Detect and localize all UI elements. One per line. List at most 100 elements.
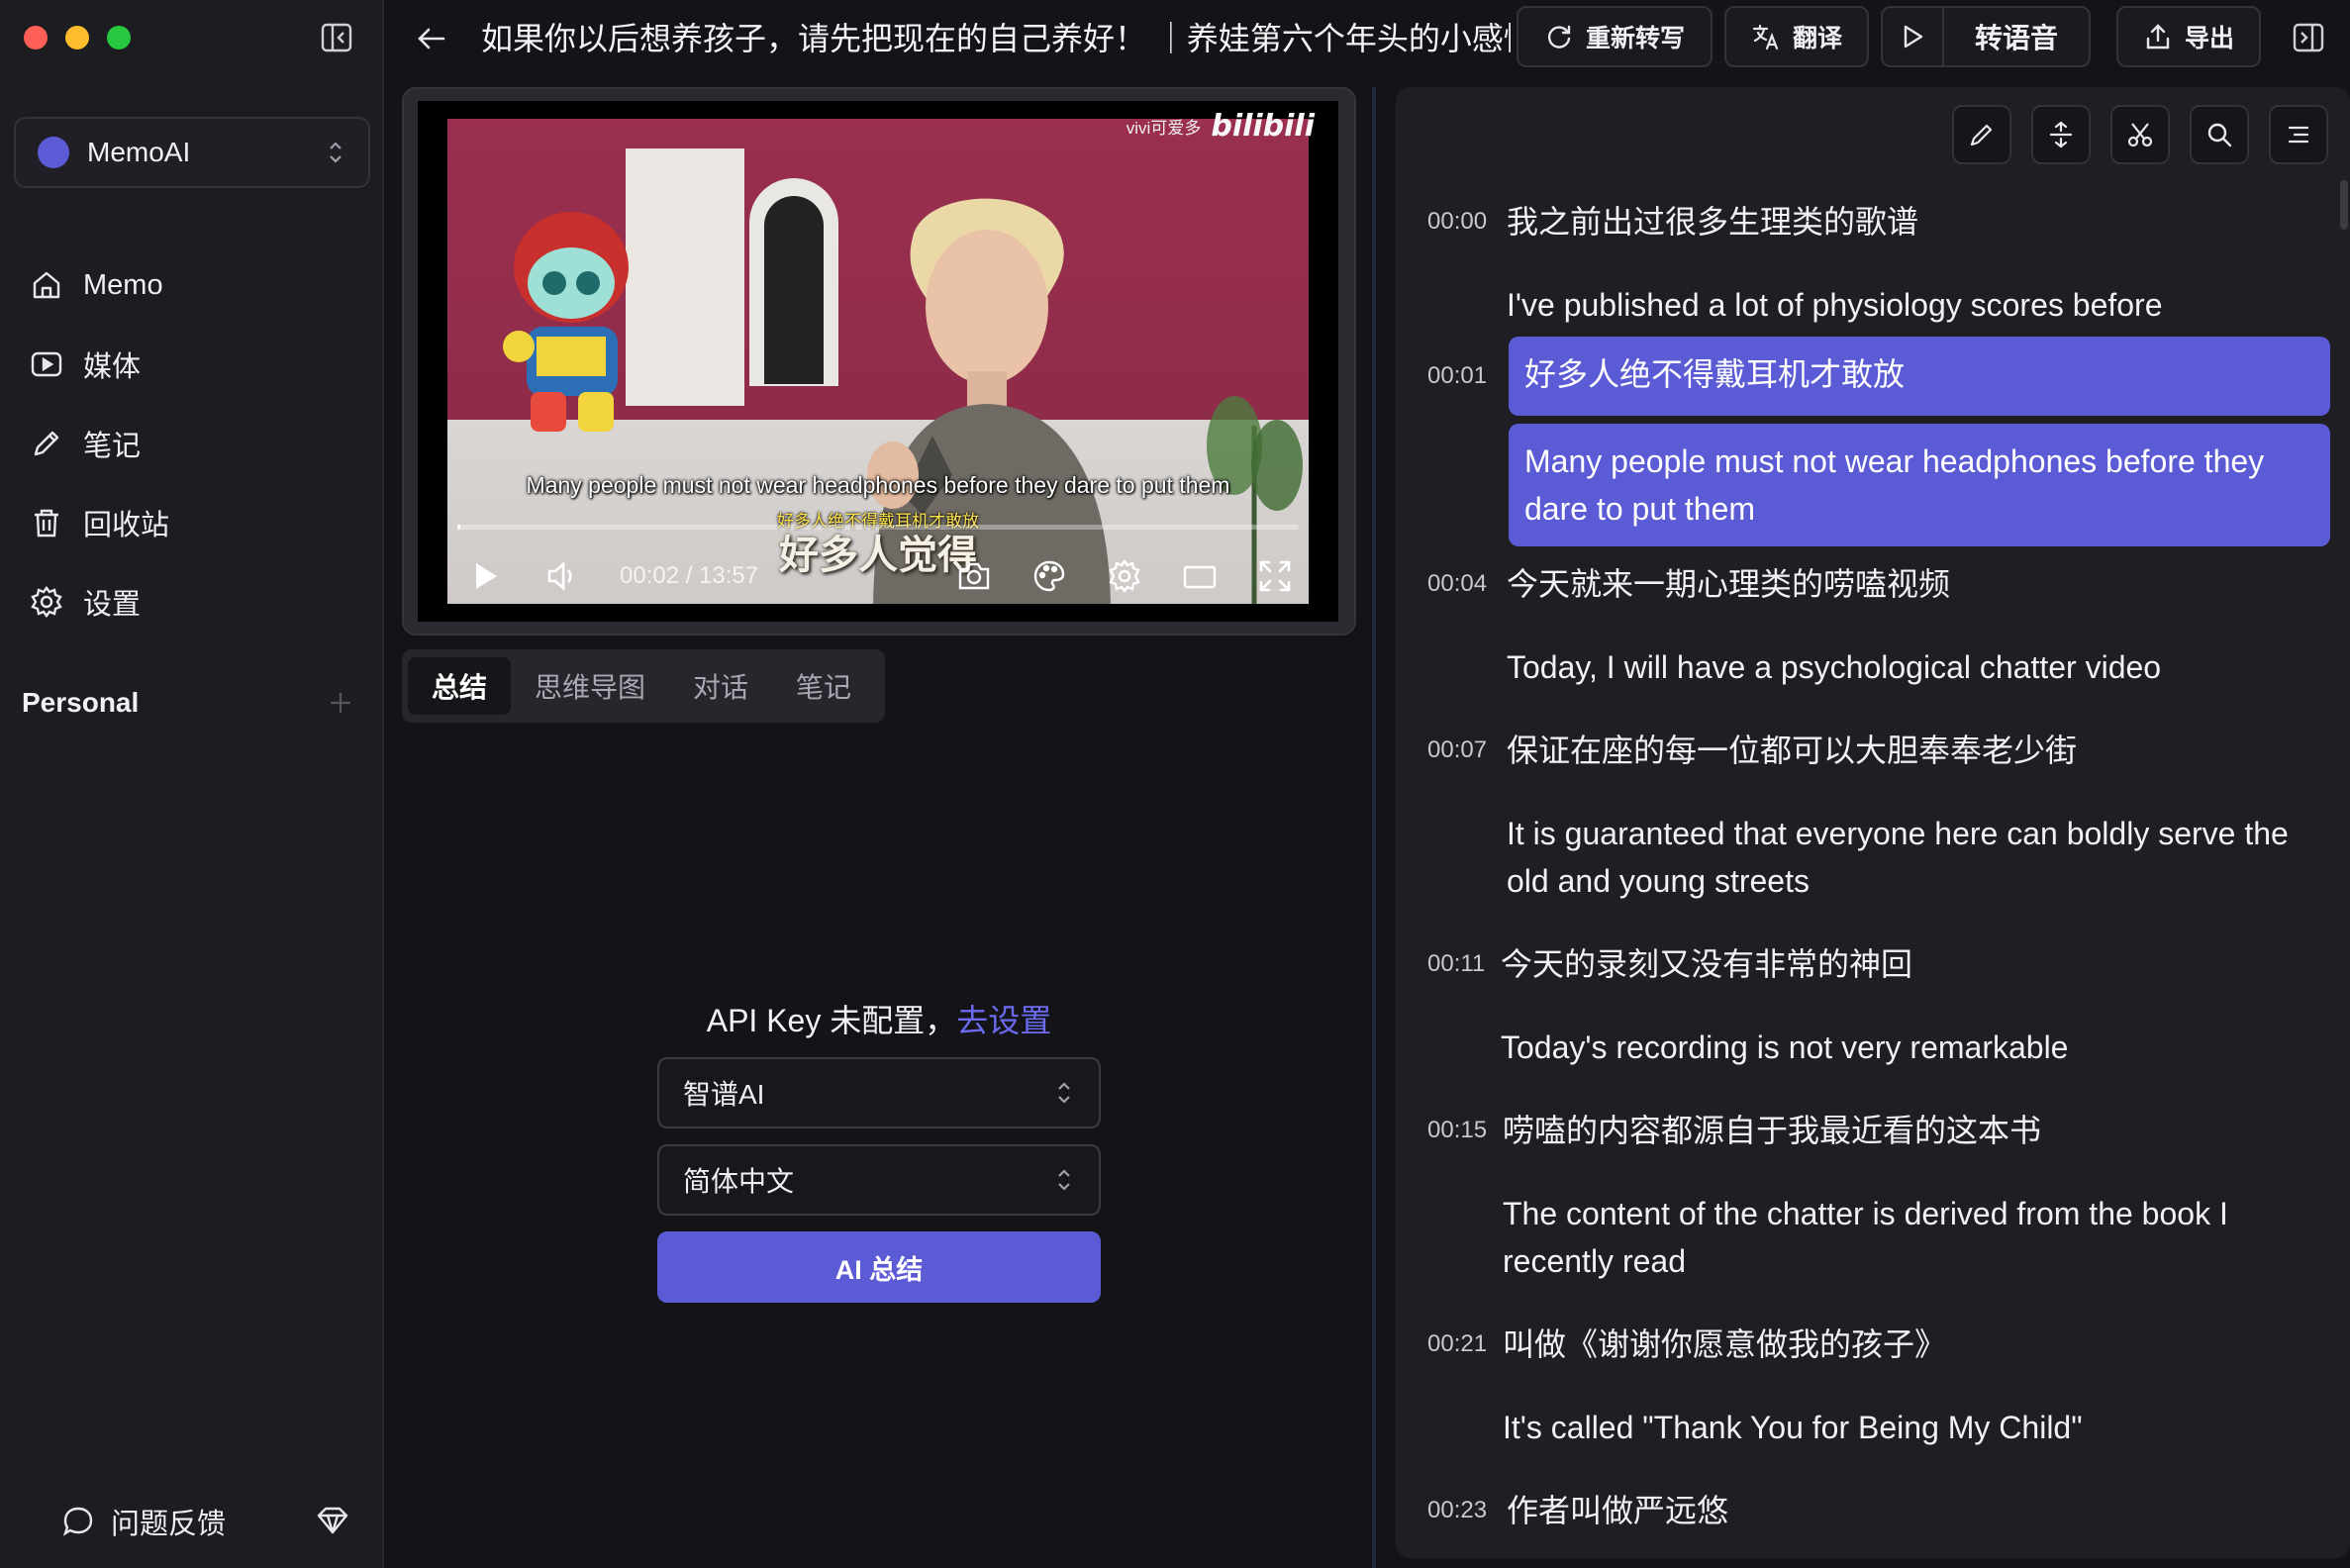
video-progress-fill [457,525,461,530]
language-select[interactable]: 简体中文 [657,1144,1101,1216]
workspace-avatar [38,137,69,168]
tts-button[interactable]: 转语音 [1944,17,2089,56]
chevron-updown-icon [1058,1169,1070,1191]
segment-translation[interactable]: Today, I will have a psychological chatt… [1507,643,2330,691]
transcript-scrollbar[interactable] [2340,180,2348,230]
segment-original[interactable]: 今天的录刻又没有非常的神回 [1501,940,2330,988]
ai-summary-button[interactable]: AI 总结 [657,1231,1101,1303]
segment-timestamp[interactable]: 00:11 [1427,950,1485,978]
segment-translation[interactable]: It's called "Thank You for Being My Chil… [1503,1404,2330,1451]
tts-play-button[interactable] [1883,8,1944,65]
transcript-segment[interactable]: 00:15 唠嗑的内容都源自于我最近看的这本书 The content of t… [1396,1107,2330,1279]
add-icon[interactable] [327,689,354,717]
chevron-updown-icon [330,142,342,163]
transcript-segment[interactable]: 00:11 今天的录刻又没有非常的神回 Today's recording is… [1396,940,2330,1065]
video-controls-right [956,558,1293,594]
back-arrow-icon[interactable] [412,20,449,57]
panel-divider[interactable] [1372,87,1376,1568]
widescreen-icon[interactable] [1182,558,1218,594]
retranscribe-button[interactable]: 重新转写 [1517,6,1713,67]
diamond-icon[interactable] [315,1505,350,1536]
workspace-switcher[interactable]: MemoAI [14,117,370,188]
segment-original[interactable]: 保证在座的每一位都可以大胆奉奉老少街 [1507,727,2330,774]
tab-summary[interactable]: 总结 [408,657,512,715]
feedback-label: 问题反馈 [111,1509,227,1540]
minimize-window-button[interactable] [65,26,89,49]
transcript-segment-active[interactable]: 00:01 好多人绝不得戴耳机才敢放 Many people must not … [1396,337,2330,558]
export-button[interactable]: 导出 [2116,6,2261,67]
video-progress-bar[interactable] [457,525,1299,530]
sidebar-item-trash[interactable]: 回收站 [30,483,356,562]
pencil-icon [1970,124,1993,147]
segment-timestamp[interactable]: 00:21 [1427,1330,1487,1358]
transcript-segment[interactable]: 00:23 作者叫做严远悠 [1396,1487,2330,1546]
sidebar-item-label: 笔记 [83,431,142,462]
video-player[interactable]: vivi可爱多 bilibili Many people must not we… [418,101,1338,622]
segment-timestamp[interactable]: 00:07 [1427,736,1487,764]
collapse-button[interactable] [2031,105,2091,164]
segment-timestamp[interactable]: 00:15 [1427,1117,1487,1144]
segment-original[interactable]: 唠嗑的内容都源自于我最近看的这本书 [1503,1107,2330,1154]
segment-original[interactable]: 作者叫做严远悠 [1507,1487,2330,1534]
segment-original[interactable]: 今天就来一期心理类的唠嗑视频 [1507,560,2330,608]
right-panel-toggle-icon[interactable] [2291,20,2326,55]
segment-translation[interactable]: Today's recording is not very remarkable [1501,1024,2330,1071]
sidebar-item-media[interactable]: 媒体 [30,325,356,404]
split-button[interactable] [2110,105,2170,164]
bilibili-logo: bilibili [1211,109,1315,144]
transcript-segment[interactable]: 00:07 保证在座的每一位都可以大胆奉奉老少街 It is guarantee… [1396,727,2330,899]
segment-timestamp[interactable]: 00:23 [1427,1497,1487,1524]
transcript-segment[interactable]: 00:21 叫做《谢谢你愿意做我的孩子》 It's called "Thank … [1396,1321,2330,1445]
edit-button[interactable] [1952,105,2011,164]
segment-original[interactable]: 好多人绝不得戴耳机才敢放 [1509,337,2330,416]
fullscreen-icon[interactable] [1257,558,1293,594]
sidebar-nav: Memo 媒体 笔记 回收站 设置 [30,245,356,641]
trash-icon [35,509,58,538]
tab-mindmap[interactable]: 思维导图 [511,657,669,715]
go-settings-link[interactable]: 去设置 [956,1003,1051,1038]
segment-translation[interactable]: I've published a lot of physiology score… [1507,281,2330,329]
model-select[interactable]: 智谱AI [657,1057,1101,1128]
section-title: Personal [22,687,140,718]
sidebar-toggle-icon[interactable] [319,20,354,55]
list-icon [2288,126,2309,144]
settings-gear-icon[interactable] [1107,558,1142,594]
zoom-window-button[interactable] [107,26,131,49]
translate-button[interactable]: 翻译 [1724,6,1869,67]
close-window-button[interactable] [24,26,48,49]
content-tabs: 总结 思维导图 对话 笔记 [402,649,885,723]
tab-notes[interactable]: 笔记 [772,657,875,715]
sidebar-item-label: Memo [83,268,163,301]
subtitle-english: Many people must not wear headphones bef… [526,472,1230,498]
search-button[interactable] [2190,105,2249,164]
segment-original[interactable]: 叫做《谢谢你愿意做我的孩子》 [1503,1321,2330,1368]
video-controls: 00:02 / 13:57 [447,546,1309,606]
tab-chat[interactable]: 对话 [669,657,772,715]
segment-timestamp[interactable]: 00:01 [1427,362,1487,390]
transcript-segment[interactable]: 00:00 我之前出过很多生理类的歌谱 I've published a lot… [1396,198,2330,323]
top-bar: 如果你以后想养孩子，请先把现在的自己养好！ ｜养娃第六个年头的小感悟 重新转写 … [386,0,2350,77]
volume-icon[interactable] [544,558,580,594]
screenshot-camera-icon[interactable] [956,558,992,594]
segment-translation[interactable]: The content of the chatter is derived fr… [1503,1190,2330,1285]
segment-original[interactable]: 我之前出过很多生理类的歌谱 [1507,198,2330,245]
segment-translation[interactable]: Many people must not wear headphones bef… [1509,424,2330,546]
translate-icon [1752,24,1779,50]
feedback-button[interactable]: 问题反馈 [61,1501,226,1542]
toy-figure [503,212,629,432]
segment-timestamp[interactable]: 00:00 [1427,208,1487,236]
outline-button[interactable] [2269,105,2328,164]
video-card: vivi可爱多 bilibili Many people must not we… [402,87,1356,636]
segment-translation[interactable]: It is guaranteed that everyone here can … [1507,810,2330,905]
sidebar-item-notes[interactable]: 笔记 [30,404,356,483]
sidebar-item-label: 设置 [83,589,142,621]
sidebar-item-memo[interactable]: Memo [30,245,356,325]
play-icon[interactable] [467,558,503,594]
transcript-segment[interactable]: 00:04 今天就来一期心理类的唠嗑视频 Today, I will have … [1396,560,2330,685]
sidebar-item-label: 媒体 [83,351,142,383]
refresh-icon [1547,25,1571,49]
export-label: 导出 [2184,25,2234,52]
palette-icon[interactable] [1031,558,1067,594]
segment-timestamp[interactable]: 00:04 [1427,570,1487,598]
sidebar-item-settings[interactable]: 设置 [30,562,356,641]
